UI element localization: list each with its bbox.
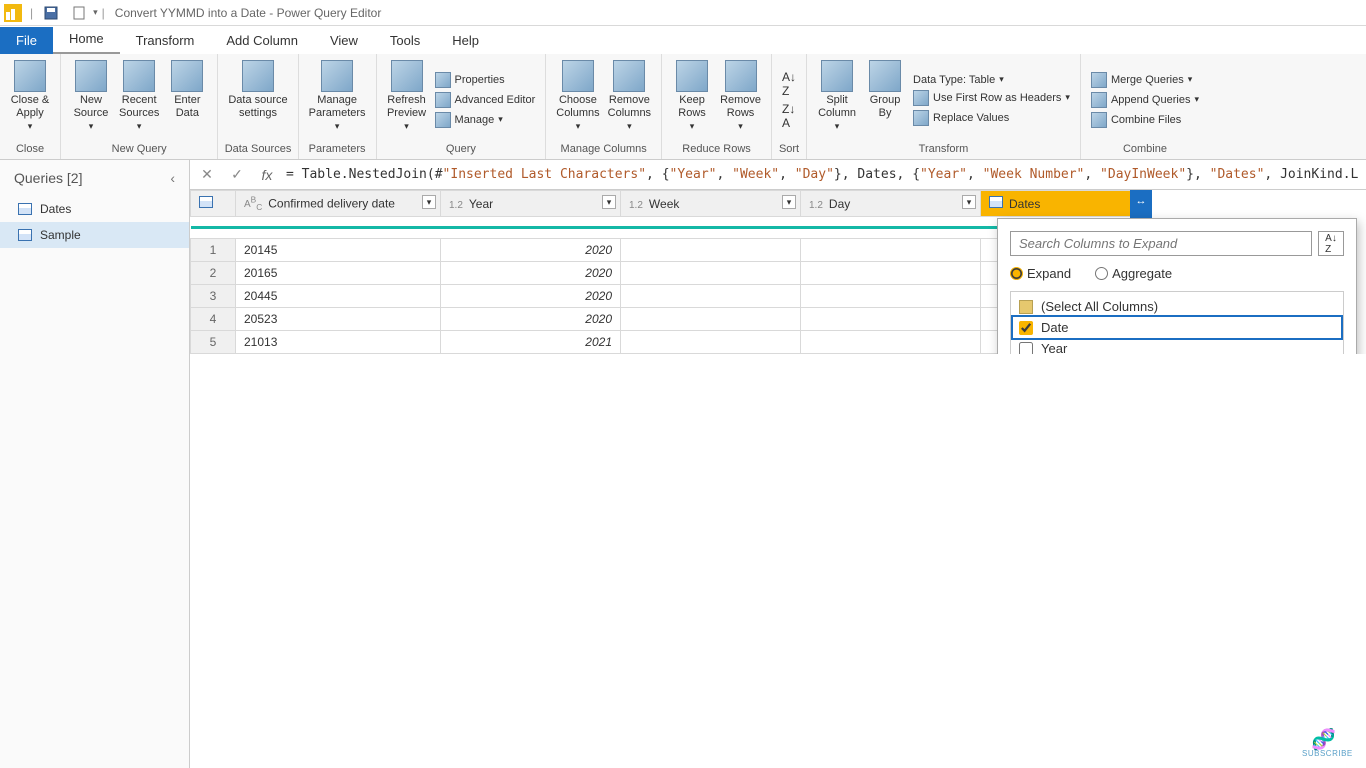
filter-icon[interactable]: ▾	[602, 195, 616, 209]
group-label-query: Query	[383, 141, 540, 157]
tab-tools[interactable]: Tools	[374, 27, 436, 54]
ribbon: Close & Apply▾ Close New Source▾ Recent …	[0, 54, 1366, 160]
separator-icon: |	[102, 6, 105, 20]
combine-files-button[interactable]: Combine Files	[1087, 111, 1203, 129]
keep-rows-button[interactable]: Keep Rows▾	[668, 58, 716, 141]
new-source-button[interactable]: New Source▾	[67, 58, 115, 141]
sort-columns-button[interactable]: A↓Z	[1318, 231, 1344, 256]
data-type-button[interactable]: Data Type: Table ▾	[909, 73, 1074, 87]
cancel-formula-icon[interactable]: ✕	[196, 166, 218, 183]
titlebar: | ▾ | Convert YYMMD into a Date - Power …	[0, 0, 1366, 26]
column-header-week[interactable]: 1.2Week▾	[621, 191, 801, 217]
first-row-headers-button[interactable]: Use First Row as Headers ▾	[909, 89, 1074, 107]
queries-pane: Queries [2] ‹ Dates Sample	[0, 160, 190, 768]
expand-column-icon[interactable]: ↔	[1132, 191, 1150, 216]
table-icon	[18, 229, 32, 241]
tab-view[interactable]: View	[314, 27, 374, 54]
grid-corner[interactable]	[191, 191, 236, 217]
search-columns-input[interactable]	[1010, 231, 1312, 256]
split-column-button[interactable]: Split Column▾	[813, 58, 861, 141]
replace-values-button[interactable]: Replace Values	[909, 109, 1074, 127]
window-title: Convert YYMMD into a Date - Power Query …	[115, 6, 382, 20]
query-item-label: Sample	[40, 228, 81, 242]
append-queries-button[interactable]: Append Queries ▾	[1087, 91, 1203, 109]
remove-rows-button[interactable]: Remove Rows▾	[716, 58, 765, 141]
tab-add-column[interactable]: Add Column	[210, 27, 314, 54]
fx-icon[interactable]: fx	[256, 167, 278, 183]
enter-data-button[interactable]: Enter Data	[163, 58, 211, 141]
column-list: (Select All Columns) Date Year DayInWeek…	[1010, 291, 1344, 354]
queries-pane-title: Queries [2]	[14, 170, 82, 186]
tab-home[interactable]: Home	[53, 25, 120, 54]
remove-columns-button[interactable]: Remove Columns▾	[604, 58, 655, 141]
group-label-transform: Transform	[813, 141, 1074, 157]
filter-icon[interactable]: ▾	[422, 195, 436, 209]
column-option-year[interactable]: Year	[1013, 338, 1341, 354]
ribbon-tabs: File Home Transform Add Column View Tool…	[0, 26, 1366, 54]
group-by-button[interactable]: Group By	[861, 58, 909, 141]
document-icon[interactable]	[71, 5, 87, 21]
merge-queries-button[interactable]: Merge Queries ▾	[1087, 71, 1203, 89]
query-item-label: Dates	[40, 202, 71, 216]
group-label-manage-columns: Manage Columns	[552, 141, 655, 157]
group-label-close: Close	[6, 141, 54, 157]
column-header-cdd[interactable]: ABCConfirmed delivery date▾	[236, 191, 441, 217]
choose-columns-button[interactable]: Choose Columns▾	[552, 58, 603, 141]
query-item-dates[interactable]: Dates	[0, 196, 189, 222]
data-source-settings-button[interactable]: Data source settings	[224, 58, 291, 141]
formula-text[interactable]: = Table.NestedJoin(#"Inserted Last Chara…	[286, 167, 1360, 182]
group-label-new-query: New Query	[67, 141, 211, 157]
column-option-date[interactable]: Date	[1013, 317, 1341, 338]
commit-formula-icon[interactable]: ✓	[226, 166, 248, 183]
data-grid[interactable]: ABCConfirmed delivery date▾ 1.2Year▾ 1.2…	[190, 190, 1366, 354]
refresh-preview-button[interactable]: Refresh Preview▾	[383, 58, 431, 141]
save-icon[interactable]	[43, 5, 59, 21]
advanced-editor-button[interactable]: Advanced Editor	[431, 91, 540, 109]
group-label-data-sources: Data Sources	[224, 141, 291, 157]
tab-help[interactable]: Help	[436, 27, 495, 54]
dna-icon: 🧬	[1302, 731, 1346, 749]
tristate-icon	[1019, 300, 1033, 314]
group-label-reduce-rows: Reduce Rows	[668, 141, 765, 157]
tab-file[interactable]: File	[0, 27, 53, 54]
aggregate-radio[interactable]: Aggregate	[1095, 266, 1172, 281]
query-item-sample[interactable]: Sample	[0, 222, 189, 248]
qat-dropdown-icon[interactable]: ▾	[93, 7, 98, 18]
column-header-year[interactable]: 1.2Year▾	[441, 191, 621, 217]
manage-button[interactable]: Manage ▾	[431, 111, 540, 129]
group-label-combine: Combine	[1087, 141, 1203, 157]
properties-button[interactable]: Properties	[431, 71, 540, 89]
recent-sources-button[interactable]: Recent Sources▾	[115, 58, 163, 141]
tab-transform[interactable]: Transform	[120, 27, 211, 54]
column-header-day[interactable]: 1.2Day▾	[801, 191, 981, 217]
filter-icon[interactable]: ▾	[962, 195, 976, 209]
expand-radio[interactable]: Expand	[1010, 266, 1071, 281]
manage-parameters-button[interactable]: Manage Parameters▾	[305, 58, 370, 141]
separator-icon: |	[30, 6, 33, 20]
filter-icon[interactable]: ▾	[782, 195, 796, 209]
group-label-sort: Sort	[778, 141, 800, 157]
select-all-option[interactable]: (Select All Columns)	[1013, 296, 1341, 317]
app-icon	[4, 4, 22, 22]
sort-asc-button[interactable]: A↓Z	[778, 69, 800, 99]
subscribe-watermark: 🧬 SUBSCRIBE	[1302, 731, 1346, 758]
expand-column-popup: A↓Z Expand Aggregate (Select All Columns…	[997, 218, 1357, 354]
collapse-pane-icon[interactable]: ‹	[170, 170, 175, 186]
table-icon	[18, 203, 32, 215]
sort-desc-button[interactable]: Z↓A	[778, 101, 800, 131]
close-apply-button[interactable]: Close & Apply▾	[6, 58, 54, 141]
formula-bar: ✕ ✓ fx = Table.NestedJoin(#"Inserted Las…	[190, 160, 1366, 190]
group-label-parameters: Parameters	[305, 141, 370, 157]
column-header-dates[interactable]: Dates↔	[981, 191, 1151, 217]
